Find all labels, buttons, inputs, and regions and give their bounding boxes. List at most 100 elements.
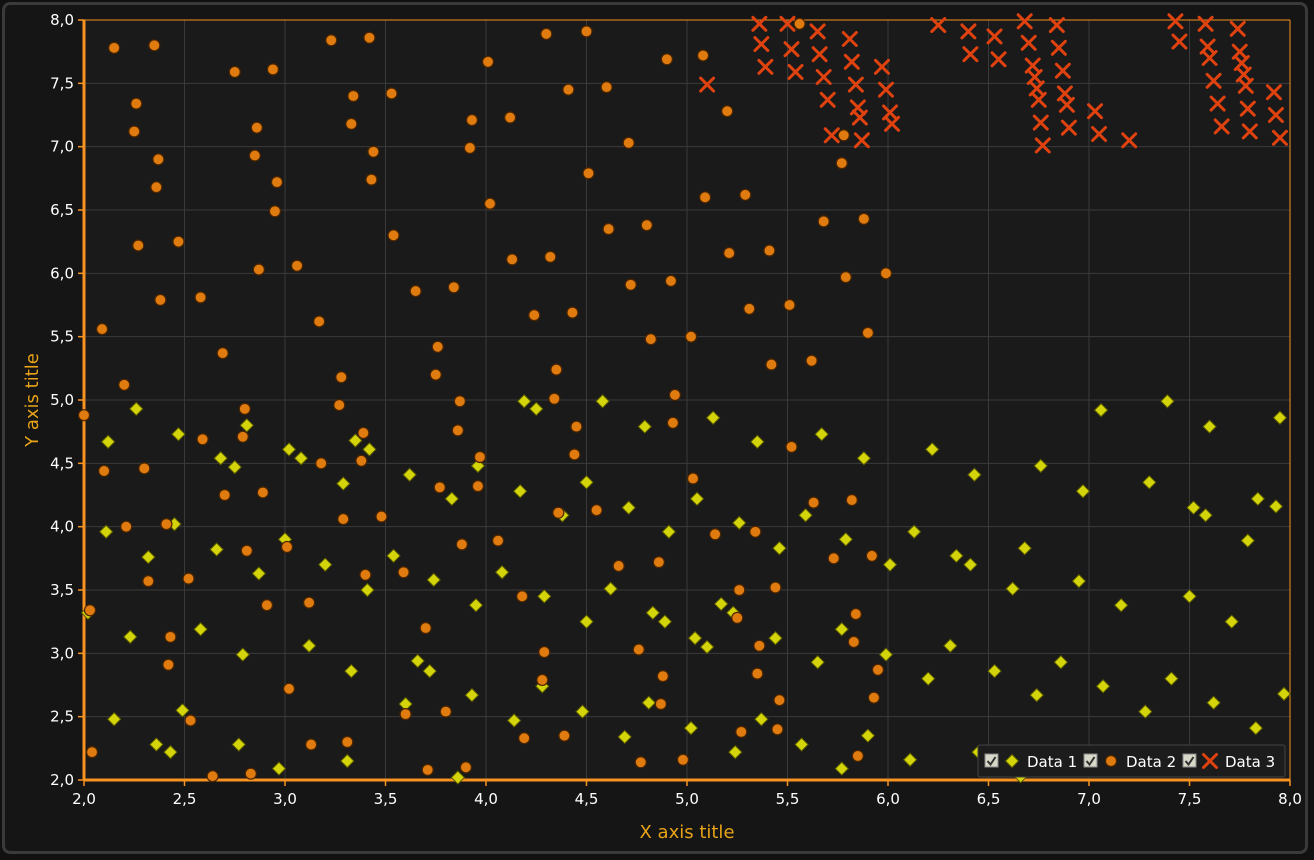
x-tick-label: 6,0 xyxy=(876,790,900,808)
data-point xyxy=(375,510,388,523)
data-point xyxy=(743,302,756,315)
data-point xyxy=(622,136,635,149)
data-point xyxy=(341,735,354,749)
data-point xyxy=(749,525,762,538)
data-point xyxy=(355,454,368,467)
data-point xyxy=(244,767,257,780)
data-point xyxy=(558,729,571,742)
data-point xyxy=(335,371,348,384)
data-point xyxy=(325,34,338,47)
x-tick-label: 4,0 xyxy=(474,790,498,808)
data-point xyxy=(516,590,529,603)
data-point xyxy=(447,281,460,294)
data-point xyxy=(397,566,410,579)
data-point xyxy=(270,176,284,189)
data-point xyxy=(459,761,472,774)
data-point xyxy=(536,673,549,687)
legend-marker xyxy=(1104,754,1118,768)
data-point xyxy=(313,315,326,328)
data-point xyxy=(250,121,263,134)
data-point xyxy=(590,504,603,517)
data-point xyxy=(783,298,796,312)
data-point xyxy=(644,333,657,346)
data-point xyxy=(600,81,613,94)
x-tick-label: 5,5 xyxy=(776,790,800,808)
data-point xyxy=(723,246,736,260)
x-tick-label: 7,0 xyxy=(1077,790,1101,808)
data-point xyxy=(857,212,870,225)
legend-label: Data 2 xyxy=(1126,753,1176,771)
data-point xyxy=(268,205,282,218)
data-point xyxy=(463,141,477,155)
x-tick-label: 6,5 xyxy=(977,790,1001,808)
data-point xyxy=(142,575,155,588)
data-point xyxy=(363,31,376,44)
data-point xyxy=(867,691,881,704)
data-point xyxy=(194,291,207,304)
data-point xyxy=(256,486,269,499)
data-point xyxy=(773,694,786,707)
y-tick-label: 4,5 xyxy=(50,454,74,472)
data-point xyxy=(290,259,304,272)
data-point xyxy=(108,41,121,54)
data-point xyxy=(455,538,468,551)
data-point xyxy=(148,39,161,52)
data-point xyxy=(409,284,422,298)
data-point xyxy=(835,157,848,170)
data-point xyxy=(345,117,358,130)
data-point xyxy=(839,271,852,284)
data-point xyxy=(228,65,241,79)
data-point xyxy=(624,278,637,291)
data-point xyxy=(696,49,710,62)
data-point xyxy=(769,581,782,594)
legend-label: Data 1 xyxy=(1027,753,1077,771)
data-point xyxy=(807,496,820,509)
data-point xyxy=(506,253,519,266)
data-point xyxy=(721,105,734,118)
data-point xyxy=(164,630,177,643)
y-tick-label: 2,0 xyxy=(50,771,74,789)
data-point xyxy=(861,326,875,339)
data-point xyxy=(162,658,175,671)
data-point xyxy=(252,263,265,276)
data-point xyxy=(518,732,531,745)
data-point xyxy=(473,450,487,464)
data-point xyxy=(827,552,840,565)
data-point xyxy=(751,667,764,680)
data-point xyxy=(632,643,645,656)
data-point xyxy=(785,440,798,453)
data-point xyxy=(130,97,143,110)
data-point xyxy=(481,55,495,68)
data-point xyxy=(184,714,197,727)
data-point xyxy=(871,663,885,676)
legend-checkbox xyxy=(984,753,999,768)
data-point xyxy=(315,457,328,470)
data-point xyxy=(357,426,370,440)
data-point xyxy=(333,398,346,412)
data-point xyxy=(731,611,744,624)
data-point xyxy=(429,368,442,381)
data-point xyxy=(305,738,318,751)
data-point xyxy=(154,293,167,307)
data-point xyxy=(216,347,229,360)
data-point xyxy=(735,725,748,738)
y-tick-label: 4,0 xyxy=(50,518,74,536)
x-tick-label: 3,0 xyxy=(273,790,297,808)
data-point xyxy=(160,518,173,531)
data-point xyxy=(120,520,133,533)
data-point xyxy=(451,424,464,437)
data-point xyxy=(218,488,231,502)
data-point xyxy=(660,53,674,66)
data-point xyxy=(640,219,653,232)
y-tick-label: 8,0 xyxy=(50,11,74,29)
data-point xyxy=(152,153,165,166)
data-point xyxy=(240,544,253,557)
data-point xyxy=(845,493,858,507)
data-point xyxy=(837,129,850,142)
data-point xyxy=(562,83,575,96)
data-point xyxy=(471,480,485,493)
data-point xyxy=(266,63,280,76)
data-point xyxy=(566,306,579,319)
data-point xyxy=(150,181,163,194)
data-point xyxy=(676,753,690,766)
